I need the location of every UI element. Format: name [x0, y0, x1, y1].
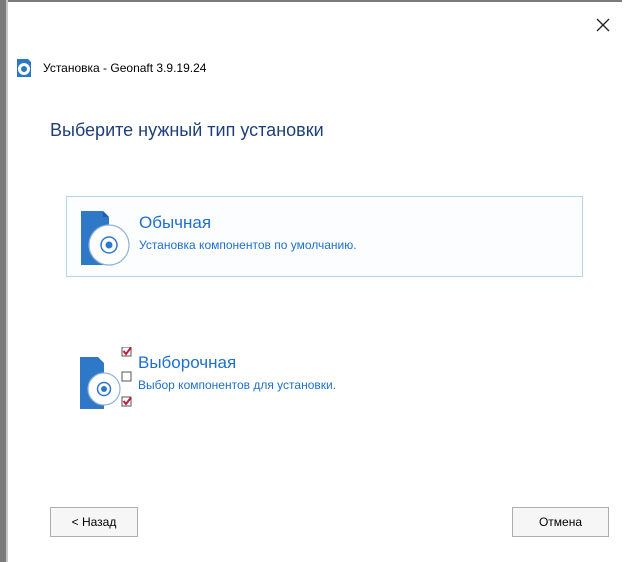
title-bar: Установка - Geonaft 3.9.19.24 — [14, 57, 206, 79]
install-type-normal-option[interactable]: Обычная Установка компонентов по умолчан… — [66, 196, 583, 277]
option-text: Выборочная Выбор компонентов для установ… — [138, 353, 336, 393]
cancel-button[interactable]: Отмена — [512, 507, 609, 537]
app-installer-icon — [17, 59, 31, 77]
window-title: Установка - Geonaft 3.9.19.24 — [43, 61, 207, 75]
install-type-custom-option[interactable]: Выборочная Выбор компонентов для установ… — [66, 337, 583, 418]
option-text: Обычная Установка компонентов по умолчан… — [139, 213, 357, 253]
option-title: Выборочная — [138, 353, 237, 372]
window-border-left-inner — [6, 0, 8, 562]
disc-box-icon — [81, 211, 130, 266]
option-description: Выбор компонентов для установки. — [138, 378, 337, 392]
page-title: Выберите нужный тип установки — [50, 120, 324, 140]
option-title: Обычная — [139, 213, 212, 232]
option-description: Установка компонентов по умолчанию. — [139, 238, 357, 252]
disc-box-checklist-icon — [80, 347, 132, 409]
back-button[interactable]: < Назад — [50, 507, 138, 537]
window-border-top — [0, 0, 622, 2]
close-icon[interactable] — [592, 14, 614, 36]
